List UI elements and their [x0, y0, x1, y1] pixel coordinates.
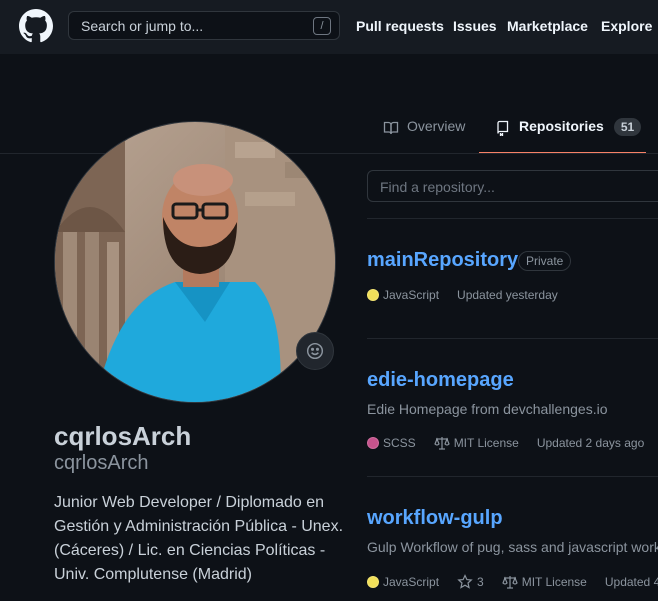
global-search-input[interactable]: Search or jump to... / [68, 11, 340, 40]
star-icon [457, 574, 473, 589]
law-scale-icon [502, 576, 518, 589]
repo-link-workflow-gulp[interactable]: workflow-gulp [367, 507, 503, 530]
repo-updated: Updated 2 days ago [536, 436, 645, 450]
find-repository-placeholder: Find a repository... [380, 179, 495, 195]
repo-meta: JavaScript 3 MIT License Updated 4 [367, 574, 658, 590]
tab-overview-label: Overview [407, 118, 466, 134]
repo-description: Edie Homepage from devchallenges.io [367, 401, 608, 417]
github-logo-icon[interactable] [19, 9, 53, 43]
repo-divider [367, 476, 658, 477]
tab-repositories[interactable]: Repositories 51 [479, 118, 646, 154]
nav-pull-requests[interactable]: Pull requests [356, 18, 444, 34]
license-label: MIT License [521, 575, 587, 589]
profile-avatar[interactable] [54, 121, 336, 403]
language-color-dot [367, 576, 379, 588]
repo-divider [367, 338, 658, 339]
repo-description: Gulp Workflow of pug, sass and javascrip… [367, 539, 658, 555]
find-repository-input[interactable]: Find a repository... [367, 170, 658, 202]
stars-count: 3 [477, 575, 484, 589]
language-color-dot [367, 437, 379, 449]
nav-explore[interactable]: Explore [601, 18, 652, 34]
search-shortcut-key: / [313, 17, 331, 35]
law-scale-icon [433, 437, 450, 450]
repo-link-edie-homepage[interactable]: edie-homepage [367, 369, 514, 392]
license-label: MIT License [453, 436, 519, 450]
tab-repositories-label: Repositories [519, 118, 604, 134]
repo-updated: Updated 4 [604, 575, 658, 589]
repo-license[interactable]: MIT License [502, 575, 587, 589]
private-badge: Private [518, 251, 572, 271]
language-label: JavaScript [383, 288, 440, 302]
repo-divider [367, 218, 658, 219]
language-label: SCSS [383, 436, 416, 450]
nav-issues[interactable]: Issues [453, 18, 497, 34]
nav-marketplace[interactable]: Marketplace [507, 18, 588, 34]
language-label: JavaScript [383, 575, 440, 589]
repo-language: JavaScript [367, 575, 439, 589]
language-color-dot [367, 289, 379, 301]
repo-language: JavaScript [367, 288, 439, 302]
search-placeholder: Search or jump to... [81, 18, 204, 34]
repo-meta: JavaScript Updated yesterday [367, 288, 576, 302]
tab-overview[interactable]: Overview [383, 118, 465, 154]
repo-language: SCSS [367, 436, 416, 450]
repo-stars[interactable]: 3 [457, 574, 484, 590]
book-icon [383, 121, 399, 135]
repo-updated: Updated yesterday [457, 288, 558, 302]
repo-license[interactable]: MIT License [433, 436, 519, 450]
tabs-divider [0, 153, 658, 154]
profile-username: cqrlosArch [54, 452, 149, 474]
repo-link-mainrepository[interactable]: mainRepository [367, 249, 518, 272]
top-header: Search or jump to... / Pull requests Iss… [0, 0, 658, 54]
profile-bio: Junior Web Developer / Diplomado en Gest… [54, 494, 344, 583]
repo-icon [497, 120, 509, 136]
repo-meta: SCSS MIT License Updated 2 days ago [367, 436, 658, 450]
set-status-button[interactable] [296, 332, 334, 370]
smiley-icon [306, 342, 324, 360]
profile-fullname: cqrlosArch [54, 421, 192, 451]
repositories-counter: 51 [613, 118, 642, 136]
